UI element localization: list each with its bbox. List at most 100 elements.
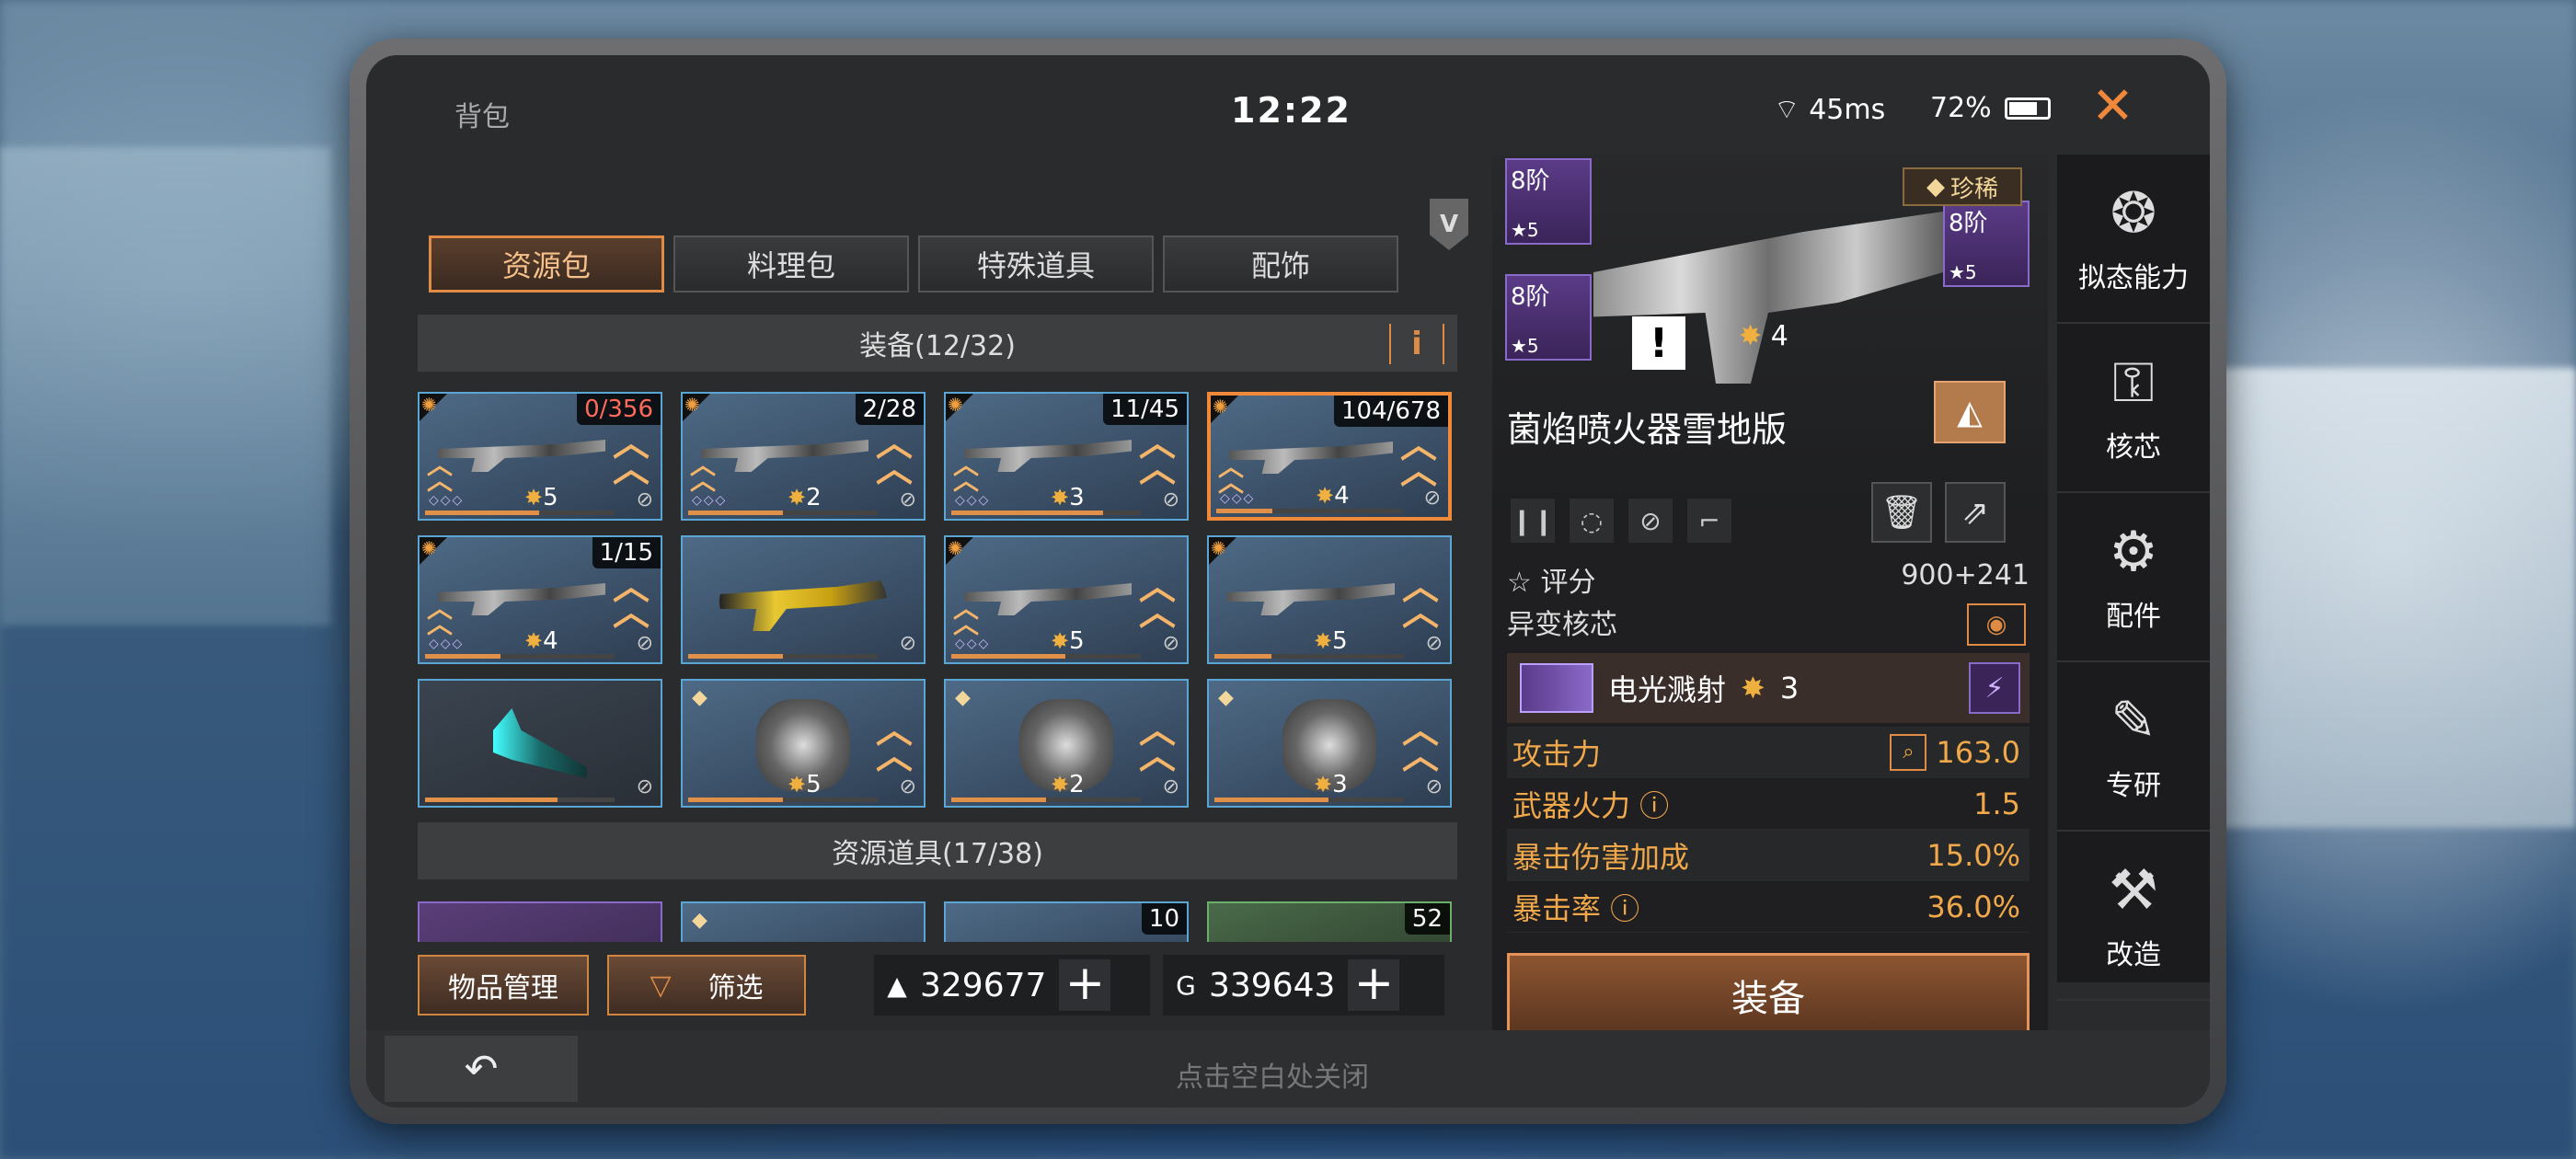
item-progress: [951, 511, 1141, 515]
inventory-item[interactable]: ✺ 0/356 ︿ ︿ ︿ ︿ ◇◇◇ ✸5 ⊘: [418, 392, 662, 521]
inventory-item[interactable]: ✺ 2/28 ︿ ︿ ︿ ︿ ◇◇◇ ✸2 ⊘: [681, 392, 926, 521]
back-button[interactable]: ↶: [385, 1036, 578, 1102]
core-row[interactable]: 电光溅射 ✸ 3 ⚡: [1507, 653, 2030, 723]
attachment-slot[interactable]: 8阶 ★5: [1505, 274, 1592, 361]
item-count: 2/28: [855, 394, 924, 425]
resources-section-header: 资源道具(17/38): [418, 822, 1457, 879]
add-gold-button[interactable]: +: [1059, 959, 1111, 1011]
attachment-slot[interactable]: 8阶 ★5: [1505, 158, 1592, 245]
inventory-item[interactable]: ⊘: [681, 535, 926, 664]
equip-button[interactable]: 装备: [1507, 953, 2030, 1038]
weapon-name: 菌焰喷火器雪地版: [1507, 409, 1788, 450]
tab-special-items[interactable]: 特殊道具: [918, 235, 1154, 293]
diamond-icon: ◆: [1926, 173, 1945, 201]
crosshair-icon: ⊘: [1628, 499, 1673, 543]
stat-row: 暴击率 ⓘ 36.0%: [1507, 881, 2030, 933]
core-star-icon: ✸: [1741, 671, 1765, 706]
item-image: [1227, 583, 1395, 615]
item-count: 10: [1141, 903, 1187, 935]
resource-item[interactable]: 52: [1207, 901, 1452, 942]
rarity-dots: ◇◇◇: [955, 637, 991, 651]
inventory-item[interactable]: ✺ ︿ ︿ ✸5 ⊘: [1207, 535, 1452, 664]
warning-icon[interactable]: !: [1632, 316, 1685, 370]
equipment-section-header: 装备(12/32) i: [418, 315, 1457, 372]
battery-icon: [2004, 97, 2051, 120]
item-progress: [1216, 509, 1402, 513]
sidemenu-parts[interactable]: ⚙ 配件: [2057, 493, 2210, 662]
rank-icon: ✺: [1211, 537, 1226, 559]
item-detail-panel: 8阶 ★5 8阶 ★5 8阶 ★5 ◆ 珍稀 ! ✸ 4 菌焰喷火器雪地版 ◭ ❙❙ …: [1492, 155, 2048, 1107]
sidemenu-mimicry[interactable]: ❂ 拟态能力: [2057, 155, 2210, 324]
score-icon: ☆: [1507, 567, 1532, 599]
network-status: ⌔ 45ms: [1774, 92, 1885, 127]
category-tabs: 资源包 料理包 特殊道具 配饰: [429, 235, 1398, 293]
resource-item[interactable]: 10: [944, 901, 1189, 942]
g-currency: G 339643 +: [1163, 955, 1444, 1016]
upgrade-chevron-icon: ︿ ︿: [613, 566, 650, 634]
inventory-item[interactable]: ⊘: [418, 679, 662, 808]
side-menu: ❂ 拟态能力 ⚿ 核芯 ⚙ 配件 ✎ 专研 ⚒ 改造: [2057, 155, 2210, 1001]
footer-bar: ↶ 点击空白处关闭: [366, 1030, 2210, 1107]
g-coin-icon: G: [1176, 970, 1196, 1001]
resource-items-row: ◆ 10 52: [418, 901, 1452, 942]
inventory-item[interactable]: ◆ ︿ ︿ ✸3 ⊘: [1207, 679, 1452, 808]
status-icon: ⊘: [1425, 632, 1443, 655]
gold-amount: 329677: [920, 966, 1047, 1004]
sidemenu-research[interactable]: ✎ 专研: [2057, 662, 2210, 832]
equipment-grid: ✺ 0/356 ︿ ︿ ︿ ︿ ◇◇◇ ✸5 ⊘ ✺ 2/28 ︿ ︿ ︿ ︿ ◇◇◇ ✸2 ⊘ ✺ 11/45 ︿ ︿ ︿…: [418, 392, 1452, 808]
filter-button[interactable]: ▽ 筛选: [607, 955, 806, 1016]
mimicry-icon: ❂: [2110, 181, 2157, 246]
diamond-icon: ◆: [955, 686, 971, 709]
upgrade-chevron-icon: ︿ ︿: [1402, 709, 1439, 777]
background-building: [0, 147, 331, 625]
sidemenu-core[interactable]: ⚿ 核芯: [2057, 324, 2210, 493]
inventory-item[interactable]: ✺ ︿ ︿ ︿ ︿ ◇◇◇ ✸5 ⊘: [944, 535, 1189, 664]
item-progress: [688, 511, 878, 515]
add-g-button[interactable]: +: [1348, 959, 1400, 1011]
item-image: [964, 440, 1132, 472]
ammo-icon: ❙❙: [1511, 499, 1555, 543]
upgrade-chevron-icon: ︿ ︿: [876, 422, 913, 490]
item-count: 52: [1404, 903, 1450, 935]
inventory-item[interactable]: ◆ ︿ ︿ ✸2 ⊘: [944, 679, 1189, 808]
tab-resource-pack[interactable]: 资源包: [429, 235, 664, 293]
status-icon: ⊘: [636, 632, 653, 655]
modify-icon: ⚒: [2109, 858, 2158, 923]
tier-chevron-icon: ︿ ︿: [690, 450, 717, 496]
inventory-item[interactable]: ◆ ︿ ︿ ✸5 ⊘: [681, 679, 926, 808]
sidemenu-modify[interactable]: ⚒ 改造: [2057, 832, 2210, 1001]
item-progress: [1214, 654, 1404, 659]
inventory-item[interactable]: ✺ 104/678 ︿ ︿ ︿ ︿ ◇◇◇ ✸4 ⊘: [1207, 392, 1452, 521]
status-icon: ⊘: [899, 775, 916, 798]
item-stars: ✸2: [1051, 771, 1085, 798]
upgrade-chevron-icon: ︿ ︿: [613, 422, 650, 490]
eye-icon[interactable]: ◉: [1967, 603, 2026, 646]
item-progress: [425, 511, 615, 515]
rarity-dots: ◇◇◇: [429, 637, 465, 651]
status-icon: ⊘: [1162, 775, 1179, 798]
resource-item[interactable]: ◆: [681, 901, 926, 942]
item-image: [438, 440, 605, 472]
close-icon[interactable]: ✕: [2091, 81, 2134, 132]
inventory-item[interactable]: ✺ 1/15 ︿ ︿ ︿ ︿ ◇◇◇ ✸4 ⊘: [418, 535, 662, 664]
tab-food-pack[interactable]: 料理包: [673, 235, 909, 293]
info-icon[interactable]: i: [1389, 324, 1444, 364]
item-management-button[interactable]: 物品管理: [418, 955, 589, 1016]
delete-icon[interactable]: 🗑: [1871, 482, 1932, 543]
close-hint[interactable]: 点击空白处关闭: [1176, 1054, 1369, 1095]
resource-item[interactable]: [418, 901, 662, 942]
g-amount: 339643: [1209, 966, 1336, 1004]
tab-accessories[interactable]: 配饰: [1163, 235, 1398, 293]
core-icon: ⚿: [2112, 350, 2155, 415]
upgrade-icon[interactable]: ◭: [1934, 381, 2006, 443]
item-progress: [1214, 798, 1404, 802]
tablet-frame: 背包 12:22 ⌔ 45ms 72% ✕ V 资源包 料理包 特殊道具 配饰 …: [350, 39, 2226, 1124]
filter-chevron-icon: ▽: [650, 969, 672, 1002]
search-icon[interactable]: ⌕: [1890, 733, 1927, 771]
equipment-section-title: 装备(12/32): [859, 330, 1016, 362]
share-icon[interactable]: ⇗: [1945, 482, 2006, 543]
inventory-item[interactable]: ✺ 11/45 ︿ ︿ ︿ ︿ ◇◇◇ ✸3 ⊘: [944, 392, 1189, 521]
attachment-slot[interactable]: 8阶 ★5: [1943, 201, 2030, 287]
ping-value: 45ms: [1809, 93, 1886, 126]
item-stars: ✸5: [788, 771, 822, 798]
